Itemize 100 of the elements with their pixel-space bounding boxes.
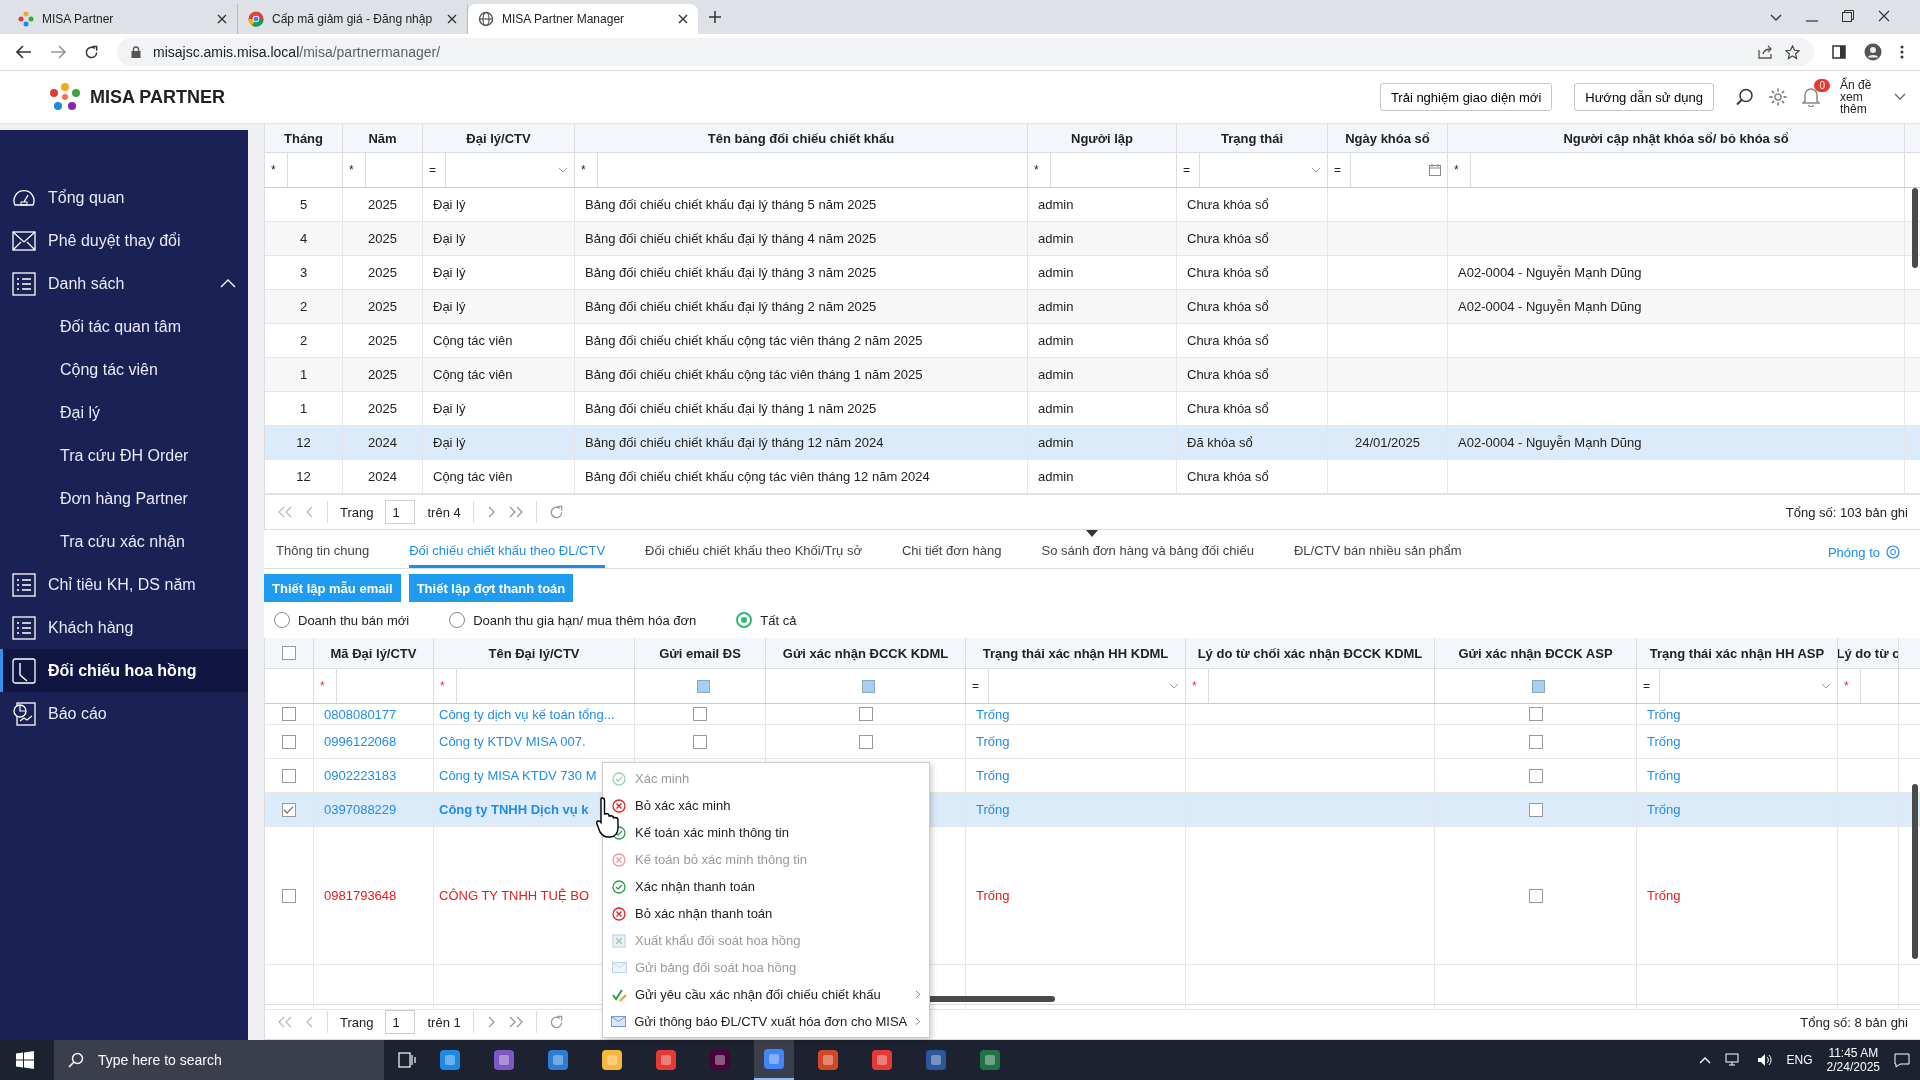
filter-operator[interactable]: * (1192, 679, 1202, 693)
tab[interactable]: ĐL/CTV bán nhiều sản phẩm (1293, 536, 1462, 569)
sidebar-item[interactable]: Tổng quan (0, 176, 248, 219)
menu-item[interactable]: Gửi yêu cầu xác nhận đối chiếu chiết khấu (603, 981, 929, 1008)
header-button[interactable]: Trải nghiệm giao diện mới (1379, 83, 1553, 111)
column-header[interactable]: Ngày khóa sổ (1328, 124, 1448, 152)
filter-operator[interactable]: = (972, 679, 982, 693)
first-page-icon[interactable] (277, 506, 293, 518)
checkbox[interactable] (282, 646, 296, 660)
task-view-icon[interactable] (398, 1052, 416, 1068)
tab[interactable]: Đối chiếu chiết khấu theo ĐL/CTV (409, 536, 606, 569)
settings-icon[interactable] (1768, 87, 1788, 107)
forward-icon[interactable] (50, 45, 66, 59)
share-icon[interactable] (1758, 45, 1773, 59)
column-header[interactable]: Tên bảng đối chiếu chiết khấu (575, 124, 1028, 152)
checkbox[interactable] (858, 707, 873, 721)
sidebar-item[interactable]: Chỉ tiêu KH, DS năm (0, 563, 248, 606)
taskbar-app-icon[interactable] (754, 1040, 794, 1080)
partner-code[interactable]: 0981793648 (324, 888, 397, 903)
sidebar-item[interactable]: Khách hàng (0, 606, 248, 649)
partner-code[interactable]: 0902223183 (324, 768, 397, 783)
chevron-down-icon[interactable] (1894, 93, 1906, 101)
reload-icon[interactable] (84, 44, 99, 60)
filter-operator[interactable]: * (440, 679, 450, 693)
last-page-icon[interactable] (507, 1016, 524, 1028)
sidebar-item[interactable]: Đối chiếu hoa hồng (0, 649, 248, 692)
scrollbar[interactable] (1912, 188, 1918, 268)
checkbox[interactable] (693, 707, 707, 721)
radio-circle[interactable] (736, 612, 753, 629)
first-page-icon[interactable] (277, 1016, 293, 1028)
last-page-icon[interactable] (507, 506, 524, 518)
new-tab-icon[interactable] (708, 10, 722, 24)
language-indicator[interactable]: ENG (1786, 1053, 1813, 1067)
filter-operator[interactable]: * (1844, 679, 1854, 693)
sidebar-subitem[interactable]: Đơn hàng Partner (0, 477, 248, 520)
caret-icon[interactable] (1086, 530, 1098, 537)
column-header[interactable]: Năm (343, 124, 423, 152)
partner-name[interactable]: CÔNG TY TNHH TUỆ BO (439, 888, 589, 903)
back-icon[interactable] (16, 45, 32, 59)
column-header[interactable]: Gửi xác nhận ĐCCK ASP (1435, 638, 1637, 668)
partner-name[interactable]: Công ty KTDV MISA 007. (439, 734, 586, 749)
close-icon[interactable] (447, 14, 457, 24)
column-header[interactable]: Đại lý/CTV (423, 124, 575, 152)
column-header[interactable]: Người cập nhật khóa sổ/ bỏ khóa sổ (1448, 124, 1905, 152)
profile-icon[interactable] (1864, 43, 1882, 61)
menu-item[interactable]: Xác nhận thanh toán (603, 873, 929, 900)
notification-icon[interactable] (1802, 87, 1820, 107)
filter-operator[interactable]: = (1643, 679, 1653, 693)
column-header[interactable]: Lý do từ chối xác nhận ĐCCK KDML (1186, 638, 1435, 668)
chevron-up-icon[interactable] (1698, 1056, 1711, 1064)
refresh-icon[interactable] (548, 504, 564, 520)
checkbox[interactable] (282, 802, 296, 817)
filter-checkbox[interactable] (696, 679, 710, 693)
radio-option[interactable]: Doanh thu gia hạn/ mua thêm hóa đơn (449, 612, 697, 629)
menu-item[interactable]: Bỏ xác nhận thanh toán (603, 900, 929, 927)
partner-code[interactable]: 0996122068 (324, 734, 397, 749)
radio-option[interactable]: Tất cả (736, 612, 797, 629)
speaker-icon[interactable] (1756, 1053, 1773, 1067)
sidebar-item[interactable]: Phê duyệt thay đổi (0, 219, 248, 262)
checkbox[interactable] (1528, 802, 1543, 817)
filter-operator[interactable]: * (1454, 163, 1464, 177)
tab[interactable]: Thông tin chung (276, 536, 370, 569)
chevron-up-icon[interactable] (220, 279, 236, 288)
filter-operator[interactable]: * (349, 163, 359, 177)
column-header[interactable]: Gửi xác nhận ĐCCK KDML (766, 638, 966, 668)
sidebar-subitem[interactable]: Đối tác quan tâm (0, 305, 248, 348)
column-header[interactable]: Trạng thái (1177, 124, 1328, 152)
close-icon[interactable] (217, 14, 227, 24)
tab[interactable]: Chi tiết đơn hàng (901, 536, 1002, 569)
filter-operator[interactable]: * (271, 163, 281, 177)
checkbox[interactable] (282, 734, 296, 749)
sidebar-subitem[interactable]: Tra cứu xác nhận (0, 520, 248, 563)
refresh-icon[interactable] (548, 1014, 564, 1030)
filter-operator[interactable]: = (1334, 163, 1344, 177)
checkbox[interactable] (1528, 734, 1543, 749)
filter-operator[interactable]: = (1183, 163, 1193, 177)
sidebar-item[interactable]: Danh sách (0, 262, 248, 305)
checkbox[interactable] (282, 707, 296, 721)
column-header[interactable]: Gửi email ĐS (635, 638, 766, 668)
page-field[interactable]: 1 (385, 500, 416, 524)
partner-name[interactable]: Công ty MISA KTDV 730 M (439, 768, 597, 783)
zoom-link[interactable]: Phóng to (1827, 544, 1880, 560)
scrollbar[interactable] (1912, 784, 1918, 959)
restore-icon[interactable] (1842, 10, 1854, 22)
sidebar-subitem[interactable]: Cộng tác viên (0, 348, 248, 391)
filter-operator[interactable]: * (320, 679, 330, 693)
checkbox[interactable] (858, 734, 873, 749)
side-panel-icon[interactable] (1832, 45, 1846, 59)
checkbox[interactable] (1528, 888, 1543, 903)
close-icon[interactable] (678, 14, 688, 24)
partner-code[interactable]: 0808080177 (324, 706, 397, 722)
clock-time[interactable]: 11:45 AM (1828, 1046, 1879, 1060)
radio-option[interactable]: Doanh thu bán mới (274, 612, 410, 629)
star-icon[interactable] (1785, 44, 1800, 60)
partner-name[interactable]: Công ty dịch vụ kế toán tổng... (439, 706, 615, 722)
filter-checkbox[interactable] (1532, 679, 1545, 693)
address-field[interactable]: misajsc.amis.misa.local/misa/partnermanager/ (117, 38, 1814, 66)
checkbox[interactable] (282, 888, 296, 903)
checkbox[interactable] (282, 768, 296, 783)
sidebar-item[interactable]: Báo cáo (0, 692, 248, 735)
